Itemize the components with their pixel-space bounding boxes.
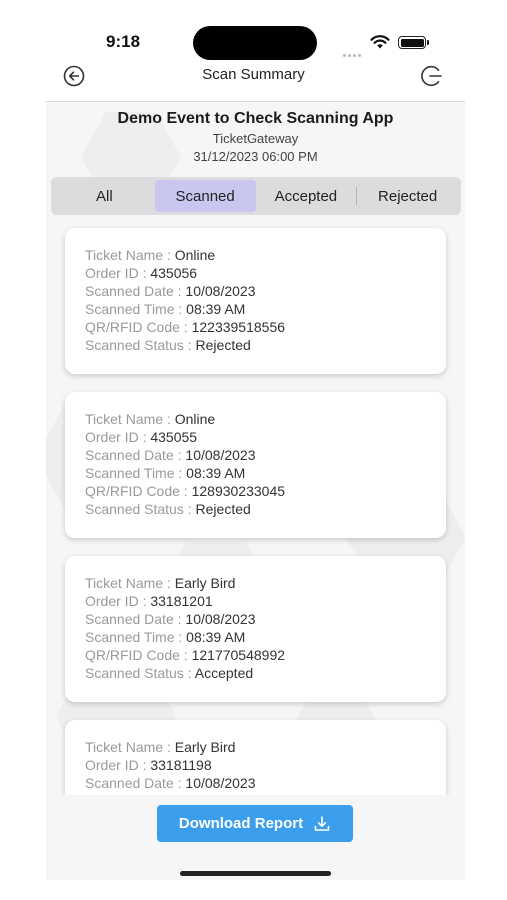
field-label: Scanned Date [85, 611, 174, 627]
field-label: Scanned Status [85, 337, 184, 353]
scanned-time-value: 08:39 AM [186, 465, 246, 481]
status-value: Rejected [195, 501, 251, 517]
ticket-name-value: Online [174, 247, 216, 263]
dynamic-island [193, 26, 317, 60]
scanned-time-row: Scanned Time : 08:39 AM [85, 465, 246, 481]
download-report-label: Download Report [178, 815, 304, 832]
field-label: Scanned Date [85, 283, 174, 299]
order-id-row: Order ID : 33181198 [85, 757, 212, 773]
download-icon [314, 815, 330, 831]
code-row: QR/RFID Code : 128930233045 [85, 483, 286, 499]
field-label: Scanned Time [85, 629, 175, 645]
field-label: Order ID [85, 593, 139, 609]
scanned-time-value: 08:39 AM [186, 301, 246, 317]
field-label: Scanned Status [85, 501, 184, 517]
order-id-value: 33181198 [150, 757, 212, 773]
order-id-value: 435055 [150, 429, 198, 445]
code-row: QR/RFID Code : 121770548992 [85, 647, 286, 663]
scanned-date-row: Scanned Date : 10/08/2023 [85, 775, 256, 791]
status-value: Accepted [194, 665, 254, 681]
field-label: QR/RFID Code [85, 319, 180, 335]
field-label: Ticket Name [85, 411, 164, 427]
navigation-bar: Scan Summary [0, 60, 507, 92]
ticket-name-value: Early Bird [174, 739, 236, 755]
order-id-value: 435056 [150, 265, 198, 281]
field-label: Ticket Name [85, 739, 164, 755]
status-value: Rejected [195, 337, 251, 353]
scanned-time-row: Scanned Time : 08:39 AM [85, 629, 246, 645]
status-row: Scanned Status : Rejected [85, 337, 251, 353]
field-label: Order ID [85, 265, 139, 281]
order-id-row: Order ID : 33181201 [85, 593, 213, 609]
field-label: Scanned Time [85, 465, 175, 481]
ticket-card[interactable]: Ticket Name : Online Order ID : 435055 S… [65, 392, 446, 538]
tab-all[interactable]: All [54, 180, 155, 212]
logout-icon[interactable] [420, 64, 444, 88]
ticket-name-value: Online [174, 411, 216, 427]
scanned-date-value: 10/08/2023 [185, 283, 256, 299]
field-label: Ticket Name [85, 575, 164, 591]
order-id-row: Order ID : 435055 [85, 429, 198, 445]
code-value: 128930233045 [191, 483, 286, 499]
field-label: Order ID [85, 757, 139, 773]
scanned-date-value: 10/08/2023 [185, 447, 256, 463]
ticket-card[interactable]: Ticket Name : Online Order ID : 435056 S… [65, 228, 446, 374]
status-bar: 9:18 [0, 0, 507, 62]
field-label: Scanned Time [85, 301, 175, 317]
scanned-date-value: 10/08/2023 [185, 611, 256, 627]
order-id-row: Order ID : 435056 [85, 265, 198, 281]
ticket-name-value: Early Bird [174, 575, 236, 591]
status-row: Scanned Status : Rejected [85, 501, 251, 517]
scanned-date-row: Scanned Date : 10/08/2023 [85, 283, 256, 299]
code-row: QR/RFID Code : 122339518556 [85, 319, 286, 335]
ticket-card[interactable]: Ticket Name : Early Bird Order ID : 3318… [65, 556, 446, 702]
phone-screen: 9:18 Scan Summary Demo Event to Check Sc… [0, 0, 507, 900]
ticket-name-row: Ticket Name : Online [85, 411, 216, 427]
ticket-name-row: Ticket Name : Online [85, 247, 216, 263]
field-label: QR/RFID Code [85, 647, 180, 663]
tab-rejected[interactable]: Rejected [357, 180, 458, 212]
field-label: Ticket Name [85, 247, 164, 263]
scanned-time-value: 08:39 AM [186, 629, 246, 645]
field-label: Order ID [85, 429, 139, 445]
scan-summary-panel: Demo Event to Check Scanning App TicketG… [46, 102, 465, 880]
event-header: Demo Event to Check Scanning App TicketG… [46, 102, 465, 164]
field-label: QR/RFID Code [85, 483, 180, 499]
download-report-button[interactable]: Download Report [157, 805, 353, 842]
ticket-name-row: Ticket Name : Early Bird [85, 575, 236, 591]
field-label: Scanned Status [85, 665, 184, 681]
event-organizer: TicketGateway [212, 131, 299, 146]
ticket-name-row: Ticket Name : Early Bird [85, 739, 236, 755]
order-id-value: 33181201 [150, 593, 213, 609]
status-row: Scanned Status : Accepted [85, 665, 254, 681]
event-name: Demo Event to Check Scanning App [117, 110, 394, 127]
field-label: Scanned Date [85, 775, 174, 791]
battery-icon [398, 36, 429, 49]
status-time: 9:18 [106, 32, 141, 51]
scanned-date-value: 10/08/2023 [185, 775, 256, 791]
ticket-list: Ticket Name : Online Order ID : 435056 S… [65, 228, 446, 880]
scanned-date-row: Scanned Date : 10/08/2023 [85, 611, 256, 627]
wifi-icon [370, 35, 390, 49]
code-value: 122339518556 [191, 319, 286, 335]
field-label: Scanned Date [85, 447, 174, 463]
code-value: 121770548992 [191, 647, 286, 663]
tab-accepted[interactable]: Accepted [256, 180, 357, 212]
scanned-time-row: Scanned Time : 08:39 AM [85, 301, 246, 317]
event-datetime: 31/12/2023 06:00 PM [193, 149, 318, 164]
tab-scanned[interactable]: Scanned [154, 180, 256, 212]
status-filter-tabs: All Scanned Accepted Rejected [51, 177, 461, 215]
scanned-date-row: Scanned Date : 10/08/2023 [85, 447, 256, 463]
home-indicator [180, 871, 331, 876]
